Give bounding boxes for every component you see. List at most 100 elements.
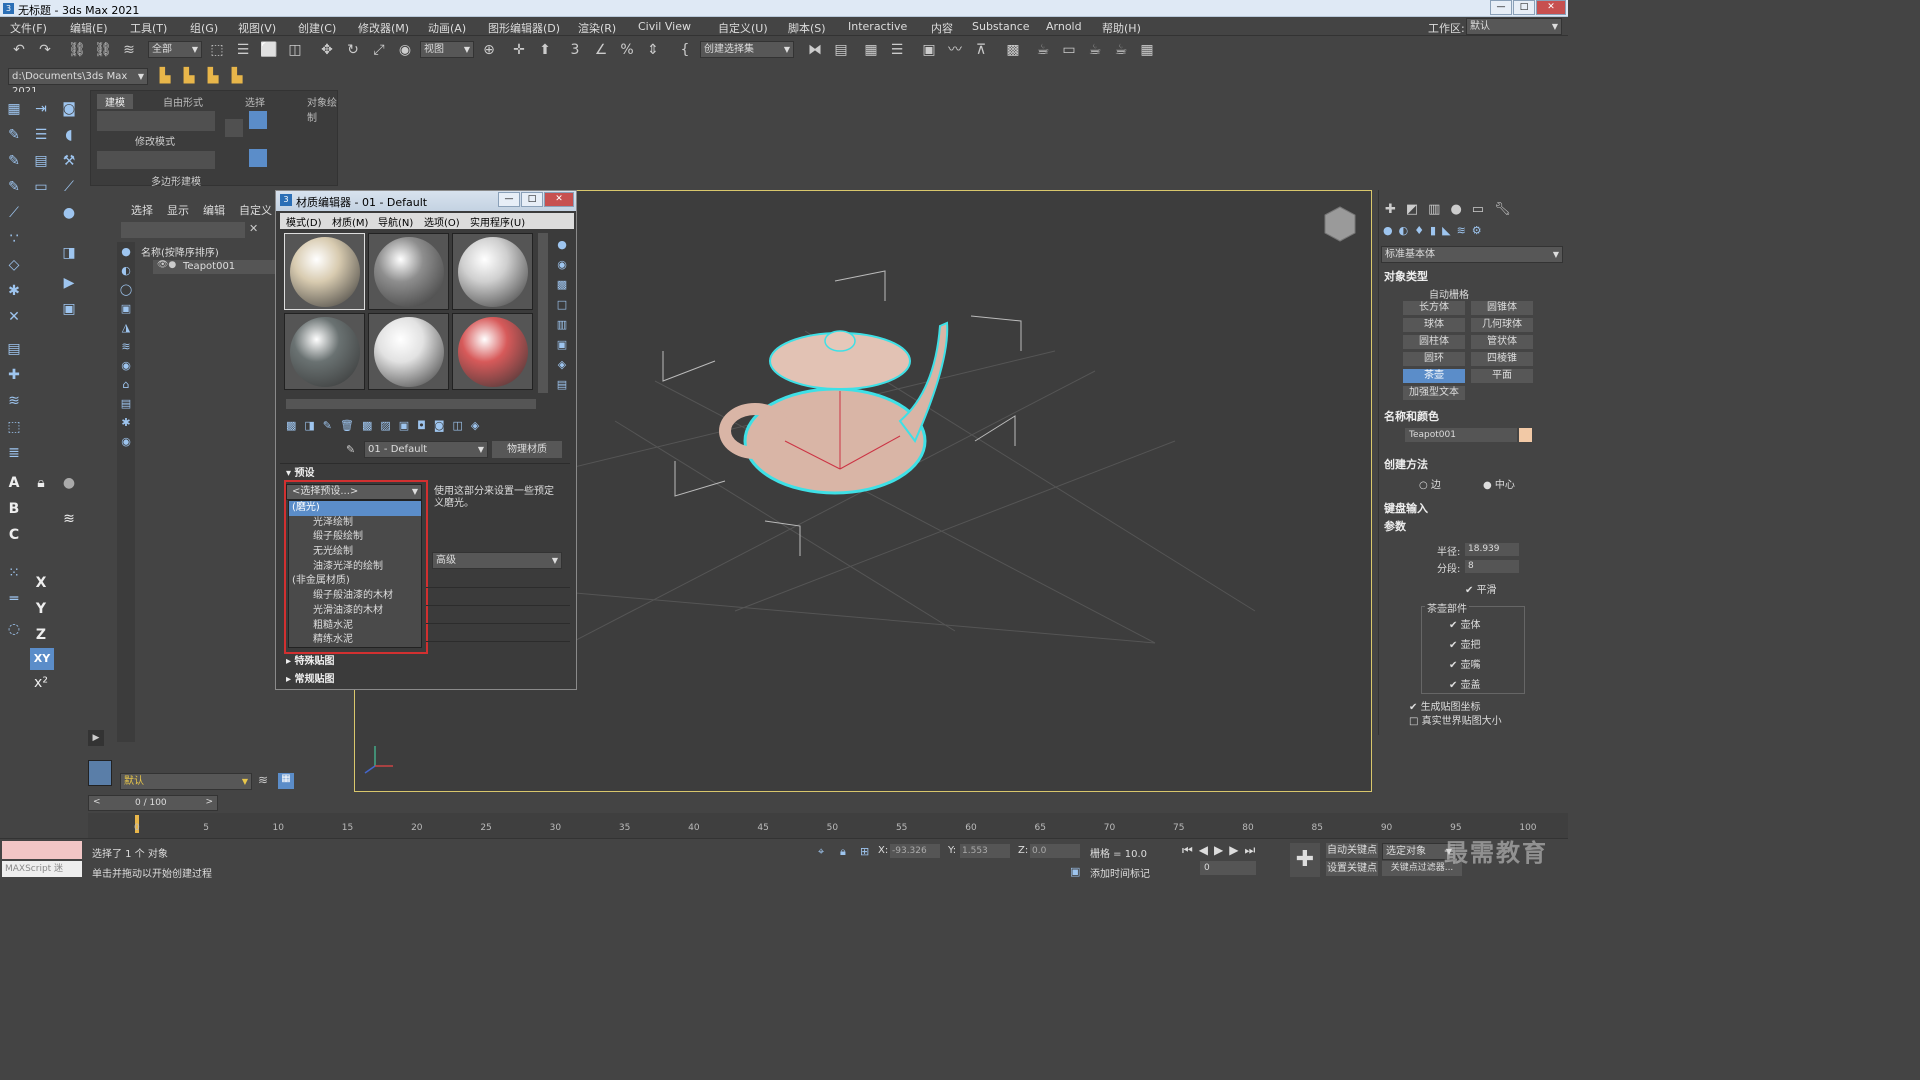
axis-xz-icon[interactable]: x²	[30, 672, 52, 694]
circle-icon[interactable]: ●	[58, 472, 80, 494]
tab-modeling[interactable]: 建模	[97, 94, 133, 109]
axis-x-icon[interactable]: X	[30, 572, 52, 594]
real-world-checkbox[interactable]: □ 真实世界贴图大小	[1409, 712, 1502, 727]
menu-create[interactable]: 创建(C)	[298, 20, 336, 36]
render-iterative-icon[interactable]: ☕	[1112, 41, 1130, 59]
timeline-ruler[interactable]: 0 5 10 15 20 25 30 35 40 45 50 55 60 65 70 75 80 85 90 95 10…	[88, 813, 1568, 838]
shape-icon[interactable]: ◇	[3, 254, 25, 276]
me-menu-options[interactable]: 选项(O)	[424, 214, 460, 229]
scale-icon[interactable]: ⤢	[370, 41, 388, 59]
window-crossing-icon[interactable]: ◫	[286, 41, 304, 59]
schematic-view-icon[interactable]: ⊼	[972, 41, 990, 59]
gen-uv-checkbox[interactable]: ✔ 生成贴图坐标	[1409, 698, 1481, 713]
spinner-snap-icon[interactable]: ⇕	[644, 41, 662, 59]
workspace-dropdown[interactable]: 默认 ▼	[1466, 18, 1562, 35]
material-toolbar[interactable]: ▩◨✎🗑︎▩▨▣◘◙◫◈	[286, 419, 556, 435]
slot-side-toolbar[interactable]: ● ◉ ▩ □ ▥ ▣ ◈ ▤	[552, 235, 572, 405]
rollout-keyboard-entry[interactable]: 键盘输入	[1384, 500, 1428, 516]
select-region-icon[interactable]: ⬚	[3, 416, 25, 438]
select-manipulate-icon[interactable]: ✛	[510, 41, 528, 59]
measure-icon[interactable]: ═	[3, 588, 25, 610]
modify-mode-tools[interactable]	[97, 111, 215, 131]
pyramid-button[interactable]: 四棱锥	[1471, 352, 1533, 366]
menu-modifiers[interactable]: 修改器(M)	[358, 20, 409, 36]
material-slot-6[interactable]	[452, 313, 533, 390]
scene-row-teapot[interactable]: 👁︎● Teapot001	[153, 260, 275, 274]
ribbon-tool-a[interactable]	[225, 119, 243, 137]
time-tag-icon[interactable]: ▣	[1070, 865, 1080, 878]
angle-snap-icon[interactable]: ∠	[592, 41, 610, 59]
part-spout-checkbox[interactable]: ✔ 壶嘴	[1449, 656, 1481, 671]
rollout-name-color[interactable]: 名称和颜色	[1384, 408, 1439, 424]
list-icon[interactable]: ☰	[30, 124, 52, 146]
layer-icon[interactable]: ▤	[30, 150, 52, 172]
slots-horizontal-scrollbar[interactable]	[286, 399, 536, 409]
command-panel-tabs[interactable]: ✚◩▥●▭🔧︎	[1385, 202, 1565, 217]
text-b-icon[interactable]: B	[3, 498, 25, 520]
tab-object-paint[interactable]: 对象绘制	[307, 94, 337, 124]
render-setup-icon[interactable]: ☕	[1034, 41, 1052, 59]
create-category-icons[interactable]: ●◐♦▮◣≋⚙	[1383, 224, 1563, 238]
menu-tools[interactable]: 工具(T)	[130, 20, 167, 36]
maxscript-listener[interactable]	[2, 841, 82, 859]
slots-vertical-scrollbar[interactable]	[538, 233, 548, 393]
axis-z-icon[interactable]: Z	[30, 624, 52, 646]
project-folder-icon-4[interactable]: ▙	[228, 67, 246, 85]
method-edge-radio[interactable]: ○ 边	[1419, 476, 1441, 491]
me-menu-navigation[interactable]: 导航(N)	[378, 214, 413, 229]
radius-spinner[interactable]: 18.939	[1465, 543, 1519, 556]
me-menu-material[interactable]: 材质(M)	[332, 214, 368, 229]
rotate-icon[interactable]: ↻	[344, 41, 362, 59]
selection-filter-dropdown[interactable]: 全部 ▼	[148, 41, 202, 58]
cone-button[interactable]: 圆锥体	[1471, 301, 1533, 315]
material-slot-4[interactable]	[284, 313, 365, 390]
menu-group[interactable]: 组(G)	[190, 20, 218, 36]
menu-customize[interactable]: 自定义(U)	[718, 20, 768, 36]
material-slot-3[interactable]	[452, 233, 533, 310]
xy-icon[interactable]: ✕	[3, 306, 25, 328]
stack-icon[interactable]: ▭	[30, 176, 52, 198]
undo-icon[interactable]: ↶	[10, 41, 28, 59]
layer-swatch[interactable]	[88, 760, 112, 786]
select-by-name-icon[interactable]: ☰	[234, 41, 252, 59]
scene-tab-select[interactable]: 选择	[131, 202, 153, 218]
sphere-button[interactable]: 球体	[1403, 318, 1465, 332]
place-icon[interactable]: ◉	[396, 41, 414, 59]
frame-icon[interactable]: ▣	[58, 298, 80, 320]
add-time-tag[interactable]: 添加时间标记	[1090, 865, 1150, 880]
scene-tab-customize[interactable]: 自定义	[239, 202, 272, 218]
menu-arnold[interactable]: Arnold	[1046, 20, 1082, 33]
layer-explorer-icon[interactable]: ☰	[888, 41, 906, 59]
material-editor-titlebar[interactable]: 3 材质编辑器 - 01 - Default — □ ✕	[276, 191, 576, 211]
rollout-creation-method[interactable]: 创建方法	[1384, 456, 1428, 472]
isolate-icon[interactable]: ⌖	[818, 845, 824, 859]
percent-snap-icon[interactable]: %	[618, 41, 636, 59]
text-c-icon[interactable]: C	[3, 524, 25, 546]
menu-scripting[interactable]: 脚本(S)	[788, 20, 826, 36]
object-category-dropdown[interactable]: 标准基本体 ▼	[1381, 246, 1563, 263]
project-folder-icon-2[interactable]: ▙	[180, 67, 198, 85]
render-cloud-icon[interactable]: ▦	[1138, 41, 1156, 59]
layer-dropdown[interactable]: 默认 ▼	[120, 773, 252, 790]
ribbon-tool-c[interactable]	[249, 149, 267, 167]
axis-y-icon[interactable]: Y	[30, 598, 52, 620]
me-menu-modes[interactable]: 模式(D)	[286, 214, 322, 229]
menu-graph-editors[interactable]: 图形编辑器(D)	[488, 20, 560, 36]
scene-explorer-icon[interactable]: ▦	[862, 41, 880, 59]
me-menu-utilities[interactable]: 实用程序(U)	[470, 214, 525, 229]
unlink-icon[interactable]: ⛓	[94, 41, 112, 59]
layer-stack-icon[interactable]: ≣	[3, 442, 25, 464]
scene-tab-edit[interactable]: 编辑	[203, 202, 225, 218]
poly-tools[interactable]	[97, 151, 215, 169]
menu-interactive[interactable]: Interactive	[848, 20, 907, 33]
time-slider[interactable]: < 0 / 100 >	[88, 795, 218, 811]
align-icon[interactable]: ▤	[832, 41, 850, 59]
expand-arrow-icon[interactable]: ▶	[88, 730, 104, 746]
lasso-icon[interactable]: ✎	[3, 124, 25, 146]
snap-vertex-icon[interactable]: ✱	[3, 280, 25, 302]
material-slot-2[interactable]	[368, 233, 449, 310]
circle-dash-icon[interactable]: ◌	[3, 618, 25, 640]
poly-modeling-label[interactable]: 多边形建模	[151, 173, 201, 188]
part-handle-checkbox[interactable]: ✔ 壶把	[1449, 636, 1481, 651]
lock-icon[interactable]: 🔒︎	[30, 472, 52, 494]
